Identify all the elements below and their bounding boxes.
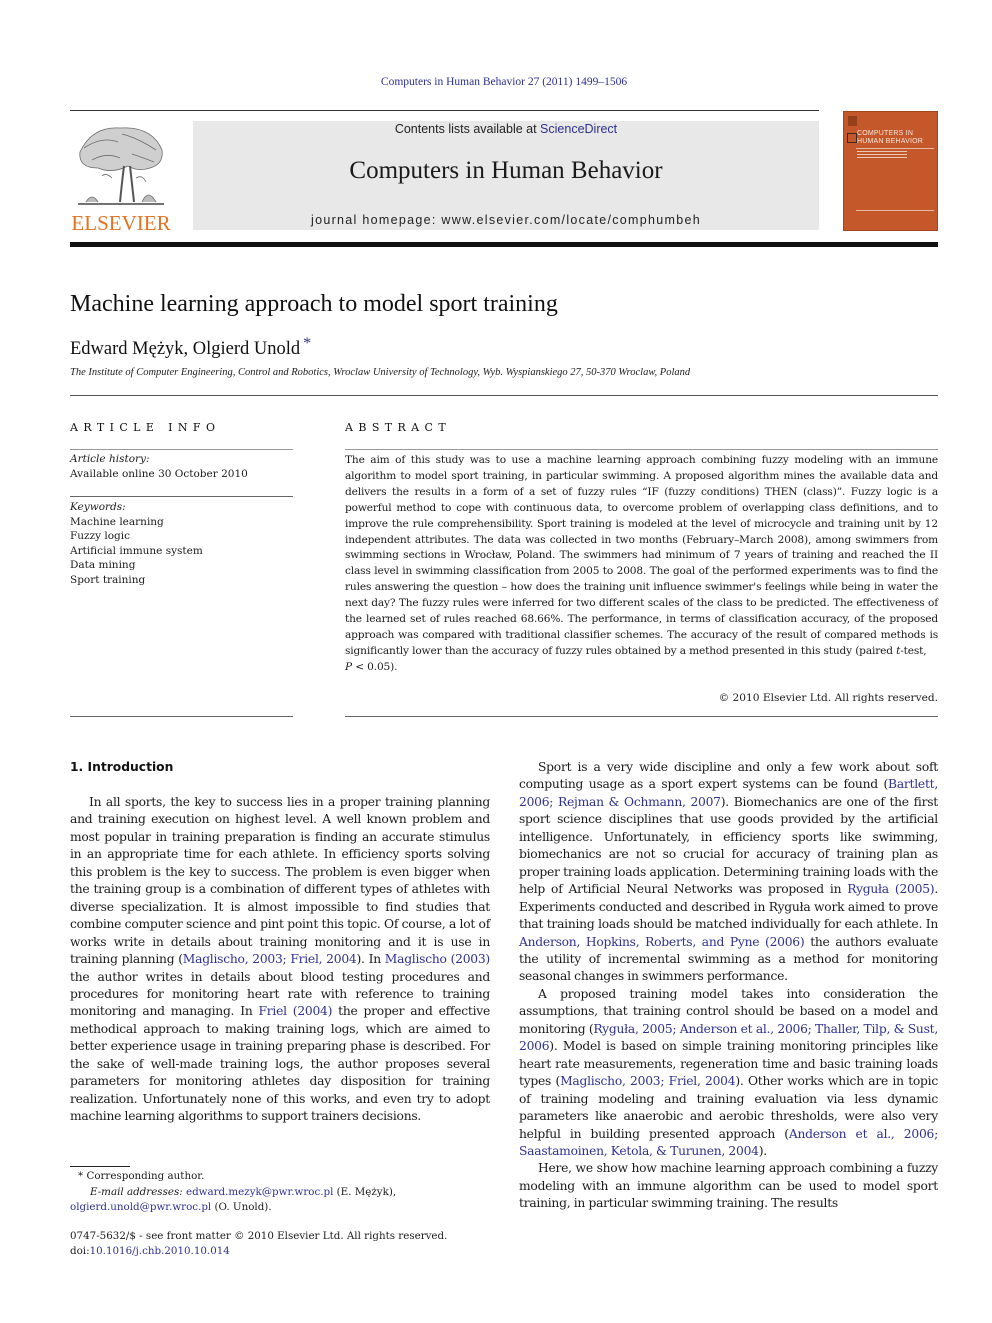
journal-citation[interactable]: Computers in Human Behavior 27 (2011) 14… (0, 76, 992, 88)
journal-title: Computers in Human Behavior (349, 157, 663, 184)
journal-cover[interactable]: COMPUTERS IN HUMAN BEHAVIOR (843, 111, 938, 231)
citation-link[interactable]: Maglischo, 2003; Friel, 2004 (560, 1074, 736, 1088)
email-link[interactable]: olgierd.unold@pwr.wroc.pl (70, 1201, 211, 1213)
article-title: Machine learning approach to model sport… (70, 291, 558, 317)
abstract-rule (345, 449, 938, 450)
abstract-mid: -test, (900, 644, 927, 657)
keyword: Fuzzy logic (70, 530, 131, 542)
front-matter: 0747-5632/$ - see front matter © 2010 El… (70, 1229, 500, 1258)
paragraph: In all sports, the key to success lies i… (70, 794, 490, 1126)
body-column-right: Sport is a very wide discipline and only… (519, 759, 938, 1213)
body-column-left: In all sports, the key to success lies i… (70, 794, 490, 1126)
paragraph-text: Sport is a very wide discipline and only… (519, 760, 938, 792)
cover-mark-icon (847, 133, 857, 143)
affiliation: The Institute of Computer Engineering, C… (70, 367, 691, 378)
keywords-rule (70, 496, 293, 497)
history-label: Article history: (70, 453, 150, 465)
article-info-rule (70, 449, 293, 450)
cover-publisher-icon (848, 116, 857, 126)
keyword: Machine learning (70, 515, 164, 528)
paragraph-text: ). Biomechanics are one of the first spo… (519, 794, 938, 897)
footnote-marker: * (78, 1170, 84, 1182)
abstract-heading: ABSTRACT (345, 421, 452, 434)
footnote: * Corresponding author. E-mail addresses… (70, 1169, 490, 1216)
paragraph: A proposed training model takes into con… (519, 986, 938, 1161)
abstract-end: < 0.05). (351, 660, 398, 673)
corresponding-note: * Corresponding author. (70, 1169, 490, 1185)
keyword: Data mining (70, 559, 136, 571)
abstract-text: The aim of this study was to use a machi… (345, 453, 938, 676)
elsevier-logo[interactable]: ELSEVIER (70, 118, 172, 235)
cover-title: COMPUTERS IN HUMAN BEHAVIOR (857, 130, 923, 146)
homepage-prefix: journal homepage: (311, 213, 442, 227)
abstract-p: P (345, 660, 352, 673)
abstract-body: The aim of this study was to use a machi… (345, 454, 938, 657)
doi-link[interactable]: 10.1016/j.chb.2010.10.014 (90, 1245, 230, 1257)
cover-title-line1: COMPUTERS IN (857, 130, 914, 137)
cover-rule (856, 148, 934, 149)
sciencedirect-link[interactable]: ScienceDirect (540, 122, 617, 136)
keywords-label: Keywords: (70, 501, 126, 513)
contents-prefix: Contents lists available at (394, 122, 541, 136)
citation-link[interactable]: Ryguła (2005) (847, 882, 934, 896)
keywords: Keywords: Machine learning Fuzzy logic A… (70, 500, 293, 587)
elsevier-tree-icon (78, 127, 164, 205)
abstract-copyright: © 2010 Elsevier Ltd. All rights reserved… (718, 692, 938, 704)
email-owner: (O. Unold). (211, 1201, 272, 1213)
email-owner: (E. Mężyk), (333, 1185, 397, 1198)
article-info-bottom-rule (70, 716, 293, 717)
journal-homepage: journal homepage: www.elsevier.com/locat… (193, 213, 819, 227)
paragraph: Here, we show how machine learning appro… (519, 1160, 938, 1212)
paragraph-text: In all sports, the key to success lies i… (70, 795, 490, 967)
keyword: Artificial immune system (70, 544, 203, 557)
cover-rule (856, 210, 934, 211)
paragraph: Sport is a very wide discipline and only… (519, 759, 938, 986)
citation-link[interactable]: Maglischo, 2003; Friel, 2004 (183, 952, 357, 966)
journal-banner: Contents lists available at ScienceDirec… (193, 121, 819, 230)
paragraph-text: Here, we show how machine learning appro… (519, 1161, 938, 1211)
email-link[interactable]: edward.mezyk@pwr.wroc.pl (186, 1186, 333, 1198)
cover-small-text (857, 151, 907, 152)
corresponding-text: Corresponding author. (86, 1170, 205, 1182)
doi-prefix: doi: (70, 1244, 90, 1257)
footnote-rule (70, 1166, 130, 1167)
email-label: E-mail addresses: (90, 1185, 183, 1198)
history-value: Available online 30 October 2010 (70, 467, 248, 480)
header-rule (70, 110, 819, 111)
article-info-heading: ARTICLE INFO (70, 421, 221, 434)
authors: Edward Mężyk, Olgierd Unold * (70, 335, 311, 360)
abstract-bottom-rule (345, 716, 938, 717)
article-history: Article history: Available online 30 Oct… (70, 452, 293, 481)
author-names: Edward Mężyk, Olgierd Unold (70, 339, 301, 359)
homepage-url[interactable]: www.elsevier.com/locate/comphumbeh (441, 213, 701, 227)
elsevier-wordmark: ELSEVIER (71, 211, 171, 235)
contents-line: Contents lists available at ScienceDirec… (193, 122, 819, 136)
cover-title-line2: HUMAN BEHAVIOR (857, 138, 924, 145)
paragraph-text: ). In (356, 952, 385, 967)
citation-link[interactable]: Maglischo (2003) (385, 952, 490, 966)
citation-link[interactable]: Anderson, Hopkins, Roberts, and Pyne (20… (519, 935, 805, 949)
header-thick-rule (70, 242, 938, 247)
citation-link[interactable]: Friel (2004) (258, 1004, 332, 1018)
section-heading-introduction: 1. Introduction (70, 760, 174, 774)
issn-line: 0747-5632/$ - see front matter © 2010 El… (70, 1230, 448, 1242)
keyword: Sport training (70, 573, 146, 586)
email-note: E-mail addresses: edward.mezyk@pwr.wroc.… (70, 1185, 490, 1216)
title-rule (70, 395, 938, 396)
paragraph-text: the proper and effective methodical appr… (70, 1004, 490, 1124)
paragraph-text: ). (758, 1143, 767, 1158)
corresponding-author-marker[interactable]: * (303, 335, 311, 352)
doi-line: doi:10.1016/j.chb.2010.10.014 (70, 1244, 500, 1259)
